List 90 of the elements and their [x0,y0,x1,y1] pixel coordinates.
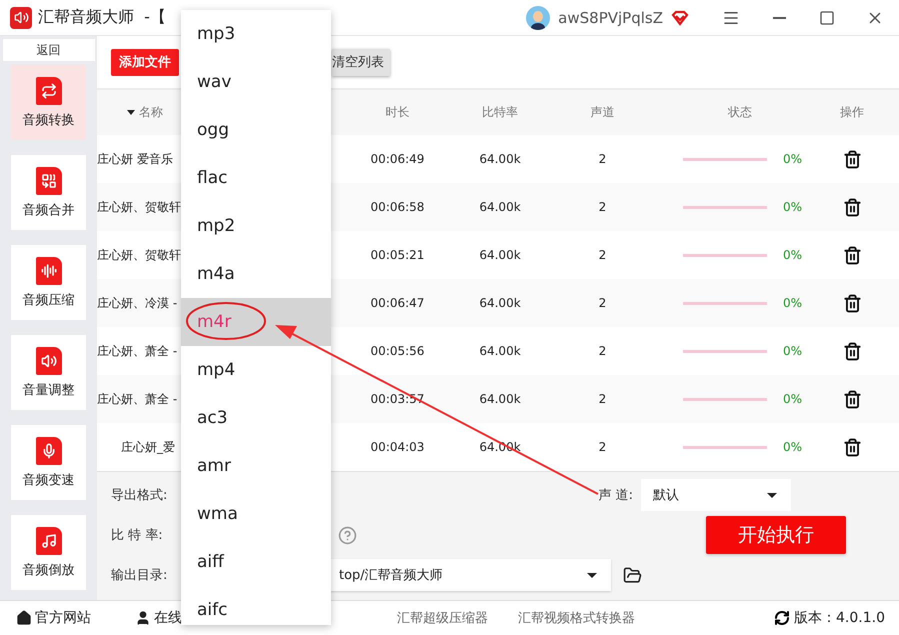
progress-percent: 0% [783,440,802,454]
file-name: 庄心妍、贺敬轩 [97,198,182,216]
progress-percent: 0% [783,248,802,262]
file-name: 庄心妍_爱 [120,438,176,456]
sidebar-item[interactable]: 音量调整 [11,335,86,410]
sidebar-item[interactable]: 音频合并 [11,155,86,230]
output-dir-label: 输出目录: [111,567,168,584]
maximize-icon [819,10,835,26]
progress-percent: 0% [783,392,802,406]
format-option[interactable]: ac3 [181,394,331,442]
file-name: 庄心妍、萧全 - [97,342,178,360]
duration: 00:06:47 [370,296,426,310]
sidebar-item-icon [36,256,62,284]
column-header: 状态 [727,104,753,121]
support-link[interactable]: 在线 [135,609,182,627]
format-option[interactable]: wma [181,490,331,538]
format-option[interactable]: ogg [181,106,331,154]
minimize-icon [772,16,786,18]
format-option[interactable]: aifc [181,586,331,625]
format-option[interactable]: wav [181,58,331,106]
website-link[interactable]: 官方网站 [16,609,91,627]
channel-count: 2 [598,440,608,454]
sidebar-item-icon [36,526,62,554]
folder-icon[interactable] [623,566,642,584]
help-icon[interactable] [338,526,357,544]
progress-percent: 0% [783,344,802,358]
sidebar-item[interactable]: 音频变速 [11,425,86,500]
format-option[interactable]: aiff [181,538,331,586]
bitrate: 64.00k [478,200,522,214]
channel-count: 2 [598,296,608,310]
app-logo-icon [10,6,32,28]
column-header: 比特率 [481,104,519,121]
channel-count: 2 [598,392,608,406]
sidebar-item-icon [36,346,62,374]
file-name: 庄心妍、萧全 - [97,390,178,408]
format-option[interactable]: amr [181,442,331,490]
user-name[interactable]: awS8PVjPqlsZ [558,8,663,26]
home-icon [16,610,32,626]
column-header: 声道 [590,104,616,121]
sidebar-item-icon [36,166,62,194]
start-button[interactable]: 开始执行 [706,516,846,554]
format-option[interactable]: mp3 [181,10,331,58]
window-title: 汇帮音频大师 -【 [38,7,166,28]
refresh-icon[interactable] [774,610,790,626]
file-name: 庄心妍、冷漠 - [97,294,178,312]
channel-select[interactable]: 默认 [641,479,791,511]
format-label: 导出格式: [111,487,168,504]
bitrate: 64.00k [478,152,522,166]
sidebar-item[interactable]: 音频倒放 [11,515,86,590]
sidebar-item[interactable]: 音频转换 [11,65,86,140]
channel-label: 声 道: [598,487,633,504]
bitrate: 64.00k [478,344,522,358]
product-link[interactable]: 汇帮超级压缩器 [397,609,488,627]
duration: 00:06:58 [370,200,426,214]
format-option[interactable]: m4a [181,250,331,298]
duration: 00:04:03 [370,440,426,454]
duration: 00:05:21 [370,248,426,262]
format-option[interactable]: mp4 [181,346,331,394]
person-icon [135,610,151,626]
duration: 00:05:56 [370,344,426,358]
bitrate: 64.00k [478,296,522,310]
column-header: 操作 [839,104,865,121]
vip-diamond-icon[interactable] [671,10,689,26]
channel-count: 2 [598,152,608,166]
sidebar-item-icon [36,76,62,104]
progress-percent: 0% [783,152,802,166]
column-header: 时长 [384,104,410,121]
add-file-button[interactable]: 添加文件 [111,48,179,76]
channel-count: 2 [598,344,608,358]
file-name: 庄心妍、贺敬轩 [97,246,182,264]
bitrate: 64.00k [478,248,522,262]
bitrate: 64.00k [478,392,522,406]
sidebar-item-icon [36,436,62,464]
back-button[interactable]: 返回 [2,39,94,61]
format-option[interactable]: flac [181,154,331,202]
bitrate-label: 比 特 率: [111,527,164,544]
progress-percent: 0% [783,200,802,214]
sidebar-item[interactable]: 音频压缩 [11,245,86,320]
sort-caret-icon[interactable] [127,110,135,115]
column-header[interactable]: 名称 [139,104,163,121]
format-option[interactable]: mp2 [181,202,331,250]
channel-count: 2 [598,200,608,214]
product-link[interactable]: 汇帮视频格式转换器 [518,609,635,627]
avatar-icon[interactable] [526,6,550,30]
progress-percent: 0% [783,296,802,310]
channel-count: 2 [598,248,608,262]
duration: 00:06:49 [370,152,426,166]
file-name: 庄心妍 爱音乐 [97,150,174,168]
clear-list-button[interactable]: 清空列表 [332,48,390,76]
version-label: 版本：4.0.1.0 [794,609,885,627]
